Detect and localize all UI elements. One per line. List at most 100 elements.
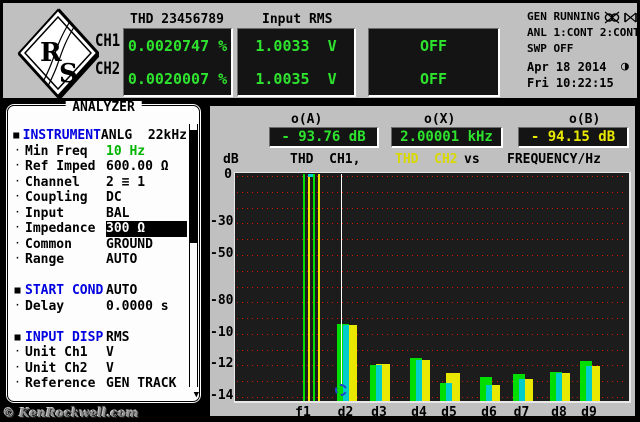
bar-overlap-d5 bbox=[446, 383, 452, 401]
menu-item-label: Impedance bbox=[25, 221, 106, 237]
analyzer-row-min-freq[interactable]: ·Min Freq10 Hz bbox=[10, 144, 187, 160]
item-bullet: · bbox=[10, 361, 25, 377]
y-tick-label: -100 bbox=[210, 326, 232, 340]
cursor-x-label: o(X) bbox=[424, 112, 455, 127]
item-bullet: · bbox=[10, 252, 25, 268]
cursor-line[interactable] bbox=[341, 174, 342, 386]
thd-header: THD 23456789 bbox=[130, 12, 224, 27]
input-rms-header: Input RMS bbox=[262, 12, 332, 27]
analyzer-row-coupling[interactable]: ·CouplingDC bbox=[10, 190, 187, 206]
menu-item-value[interactable]: GROUND bbox=[106, 237, 187, 253]
x-tick-label-d2: d2 bbox=[331, 406, 361, 420]
menu-item-label: Unit Ch1 bbox=[25, 345, 106, 361]
menu-item-value[interactable]: V bbox=[106, 345, 187, 361]
gridline bbox=[237, 302, 627, 303]
gridline bbox=[237, 255, 627, 256]
swp-status: SWP OFF bbox=[527, 41, 640, 57]
analyzer-rows: ■INSTRUMENTANLG 22kHz·Min Freq10 Hz·Ref … bbox=[10, 128, 187, 392]
item-bullet: · bbox=[10, 206, 25, 222]
menu-item-value[interactable]: AUTO bbox=[106, 252, 187, 268]
analyzer-row-impedance[interactable]: ·Impedance300 Ω bbox=[10, 221, 187, 237]
chart-title-xlabel: FREQUENCY/Hz bbox=[507, 152, 601, 167]
menu-item-label: Ref Imped bbox=[25, 159, 106, 175]
menu-item-value[interactable]: 300 Ω bbox=[106, 221, 187, 237]
analyzer-menu-panel: ANALYZER ■INSTRUMENTANLG 22kHz·Min Freq1… bbox=[4, 102, 203, 405]
menu-item-label: Input bbox=[25, 206, 106, 222]
gridline bbox=[237, 271, 627, 272]
y-tick-label: -120 bbox=[210, 357, 232, 371]
x-tick-label-f1: f1 bbox=[288, 406, 318, 420]
menu-item-value[interactable]: ANLG 22kHz bbox=[101, 128, 187, 144]
analyzer-row-input-disp[interactable]: ■INPUT DISPRMS bbox=[10, 330, 187, 346]
menu-item-value[interactable]: 10 Hz bbox=[106, 144, 187, 160]
analyzer-row-input[interactable]: ·InputBAL bbox=[10, 206, 187, 222]
menu-item-value[interactable]: RMS bbox=[106, 330, 187, 346]
menu-item-value[interactable]: V bbox=[106, 361, 187, 377]
plot-area bbox=[234, 172, 631, 403]
section-bullet: ■ bbox=[10, 283, 25, 299]
menu-item-value[interactable]: DC bbox=[106, 190, 187, 206]
cursor-b-label: o(B) bbox=[569, 112, 600, 127]
bar-overlap-d8 bbox=[556, 373, 562, 401]
menu-item-label: INPUT DISP bbox=[25, 330, 106, 346]
gridline bbox=[237, 365, 627, 366]
analyzer-row-range[interactable]: ·RangeAUTO bbox=[10, 252, 187, 268]
menu-item-label: Reference bbox=[25, 376, 106, 392]
analyzer-row-instrument[interactable]: ■INSTRUMENTANLG 22kHz bbox=[10, 128, 187, 144]
chart-panel: o(A) o(X) o(B) - 93.76 dB 2.00001 kHz - … bbox=[208, 104, 637, 418]
menu-item-label: Delay bbox=[25, 299, 106, 315]
scroll-down-arrow[interactable]: ▼ bbox=[194, 390, 199, 400]
cursor-a-label: o(A) bbox=[291, 112, 322, 127]
menu-item-value[interactable]: GEN TRACK bbox=[106, 376, 187, 392]
analyzer-row-spacer bbox=[10, 268, 187, 284]
input-rms-ch1-value: 1.0033 V bbox=[238, 29, 354, 62]
top-status-panel: R S CH1 CH2 THD 23456789 0.0020747 % 0.0… bbox=[3, 3, 637, 98]
analyzer-row-start-cond[interactable]: ■START CONDAUTO bbox=[10, 283, 187, 299]
y-tick-label: -50 bbox=[210, 247, 232, 261]
analyzer-row-unit-ch1[interactable]: ·Unit Ch1V bbox=[10, 345, 187, 361]
analyzer-row-delay[interactable]: ·Delay0.0000 s bbox=[10, 299, 187, 315]
menu-item-label: Coupling bbox=[25, 190, 106, 206]
menu-item-value[interactable]: 2 ≡ 1 bbox=[106, 175, 187, 191]
input-rms-display: 1.0033 V 1.0035 V bbox=[237, 28, 356, 97]
item-bullet: · bbox=[10, 159, 25, 175]
item-bullet: · bbox=[10, 345, 25, 361]
thd-display: 0.0020747 % 0.0020007 % bbox=[123, 28, 233, 97]
bar-overlap-f1 bbox=[308, 174, 313, 177]
menu-item-value[interactable]: BAL bbox=[106, 206, 187, 222]
bar-overlap-d7 bbox=[519, 379, 525, 401]
gen-status: GEN RUNNING bbox=[527, 9, 600, 25]
x-tick-label-d8: d8 bbox=[544, 406, 574, 420]
menu-scrollbar-thumb[interactable] bbox=[190, 130, 197, 243]
status-block: GEN RUNNING ANL 1:CONT 2:CONT SWP OFF Ap… bbox=[527, 9, 640, 91]
bar-overlap-d3 bbox=[376, 365, 382, 401]
x-tick-label-d9: d9 bbox=[574, 406, 604, 420]
menu-item-value[interactable]: AUTO bbox=[106, 283, 187, 299]
cursor-marker[interactable] bbox=[335, 384, 347, 396]
analyzer-row-unit-ch2[interactable]: ·Unit Ch2V bbox=[10, 361, 187, 377]
bar-overlap-d4 bbox=[416, 360, 422, 401]
item-bullet: · bbox=[10, 299, 25, 315]
anl-status: ANL 1:CONT 2:CONT bbox=[527, 25, 640, 41]
cursor-b-readout: - 94.15 dB bbox=[518, 127, 629, 148]
gridline bbox=[237, 176, 627, 177]
y-tick-label: -30 bbox=[210, 215, 232, 229]
menu-scrollbar[interactable] bbox=[189, 124, 198, 387]
analyzer-row-reference[interactable]: ·ReferenceGEN TRACK bbox=[10, 376, 187, 392]
gridline bbox=[237, 208, 627, 209]
muted-bell-icon bbox=[623, 11, 638, 24]
output-ch2-value: OFF bbox=[369, 62, 498, 95]
analyzer-row-ref-imped[interactable]: ·Ref Imped600.00 Ω bbox=[10, 159, 187, 175]
bar-ch2-f1 bbox=[318, 174, 320, 401]
gridline bbox=[237, 350, 627, 351]
menu-item-value[interactable]: 0.0000 s bbox=[106, 299, 187, 315]
output-ch1-value: OFF bbox=[369, 29, 498, 62]
analyzer-row-common[interactable]: ·CommonGROUND bbox=[10, 237, 187, 253]
menu-item-value[interactable]: 600.00 Ω bbox=[106, 159, 187, 175]
menu-item-label: Common bbox=[25, 237, 106, 253]
analyzer-row-channel[interactable]: ·Channel2 ≡ 1 bbox=[10, 175, 187, 191]
item-bullet: · bbox=[10, 376, 25, 392]
gridline bbox=[237, 287, 627, 288]
x-tick-label-d6: d6 bbox=[474, 406, 504, 420]
time-text: Fri 10:22:15 bbox=[527, 75, 640, 91]
